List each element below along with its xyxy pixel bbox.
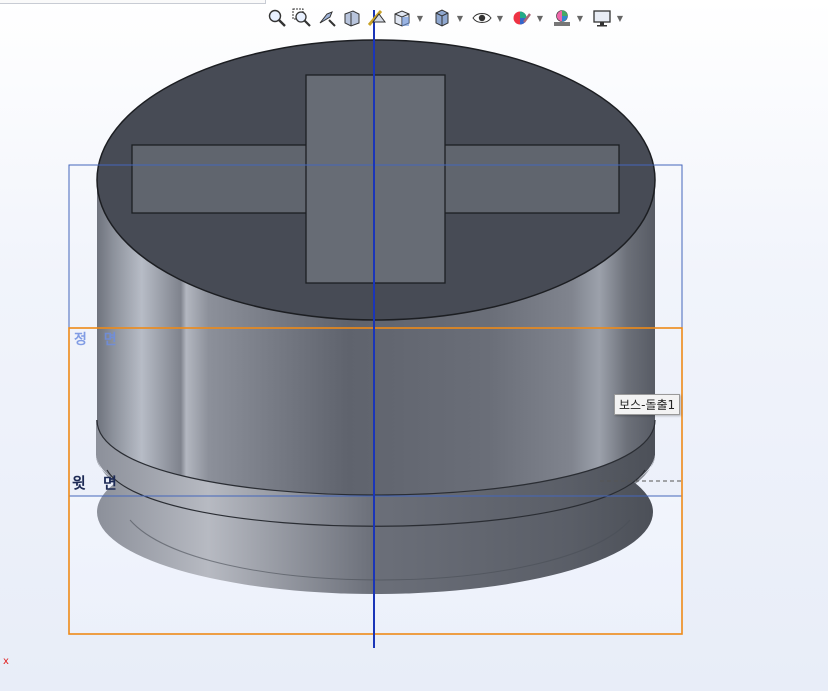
top-plane-label[interactable]: 윗 면 [72,472,123,493]
zoom-to-fit-icon[interactable] [266,7,288,29]
edit-appearance-dropdown-icon[interactable]: ▼ [536,7,544,29]
view-orientation-icon[interactable] [391,7,413,29]
front-plane-label[interactable]: 정 면 [74,329,123,349]
edit-appearance-icon[interactable] [511,7,533,29]
display-style-dropdown-icon[interactable]: ▼ [456,7,464,29]
view-settings-dropdown-icon[interactable]: ▼ [616,7,624,29]
heads-up-view-toolbar: ▼ ▼ ▼ ▼ ▼ ▼ [266,6,628,30]
model-scene[interactable] [0,0,828,691]
origin-x-axis-label: x [3,656,9,667]
hide-show-dropdown-icon[interactable]: ▼ [496,7,504,29]
feature-tooltip: 보스-돌출1 [614,394,681,415]
apply-scene-icon[interactable] [551,7,573,29]
view-settings-icon[interactable] [591,7,613,29]
zoom-to-area-icon[interactable] [291,7,313,29]
graphics-viewport[interactable]: ▼ ▼ ▼ ▼ ▼ ▼ 정 면 윗 면 보스-돌출1 x [0,0,828,691]
display-style-icon[interactable] [431,7,453,29]
previous-view-icon[interactable] [316,7,338,29]
hide-show-items-icon[interactable] [471,7,493,29]
section-view-icon[interactable] [341,7,363,29]
view-orientation-dropdown-icon[interactable]: ▼ [416,7,424,29]
apply-scene-dropdown-icon[interactable]: ▼ [576,7,584,29]
dynamic-annotation-views-icon[interactable] [366,7,388,29]
